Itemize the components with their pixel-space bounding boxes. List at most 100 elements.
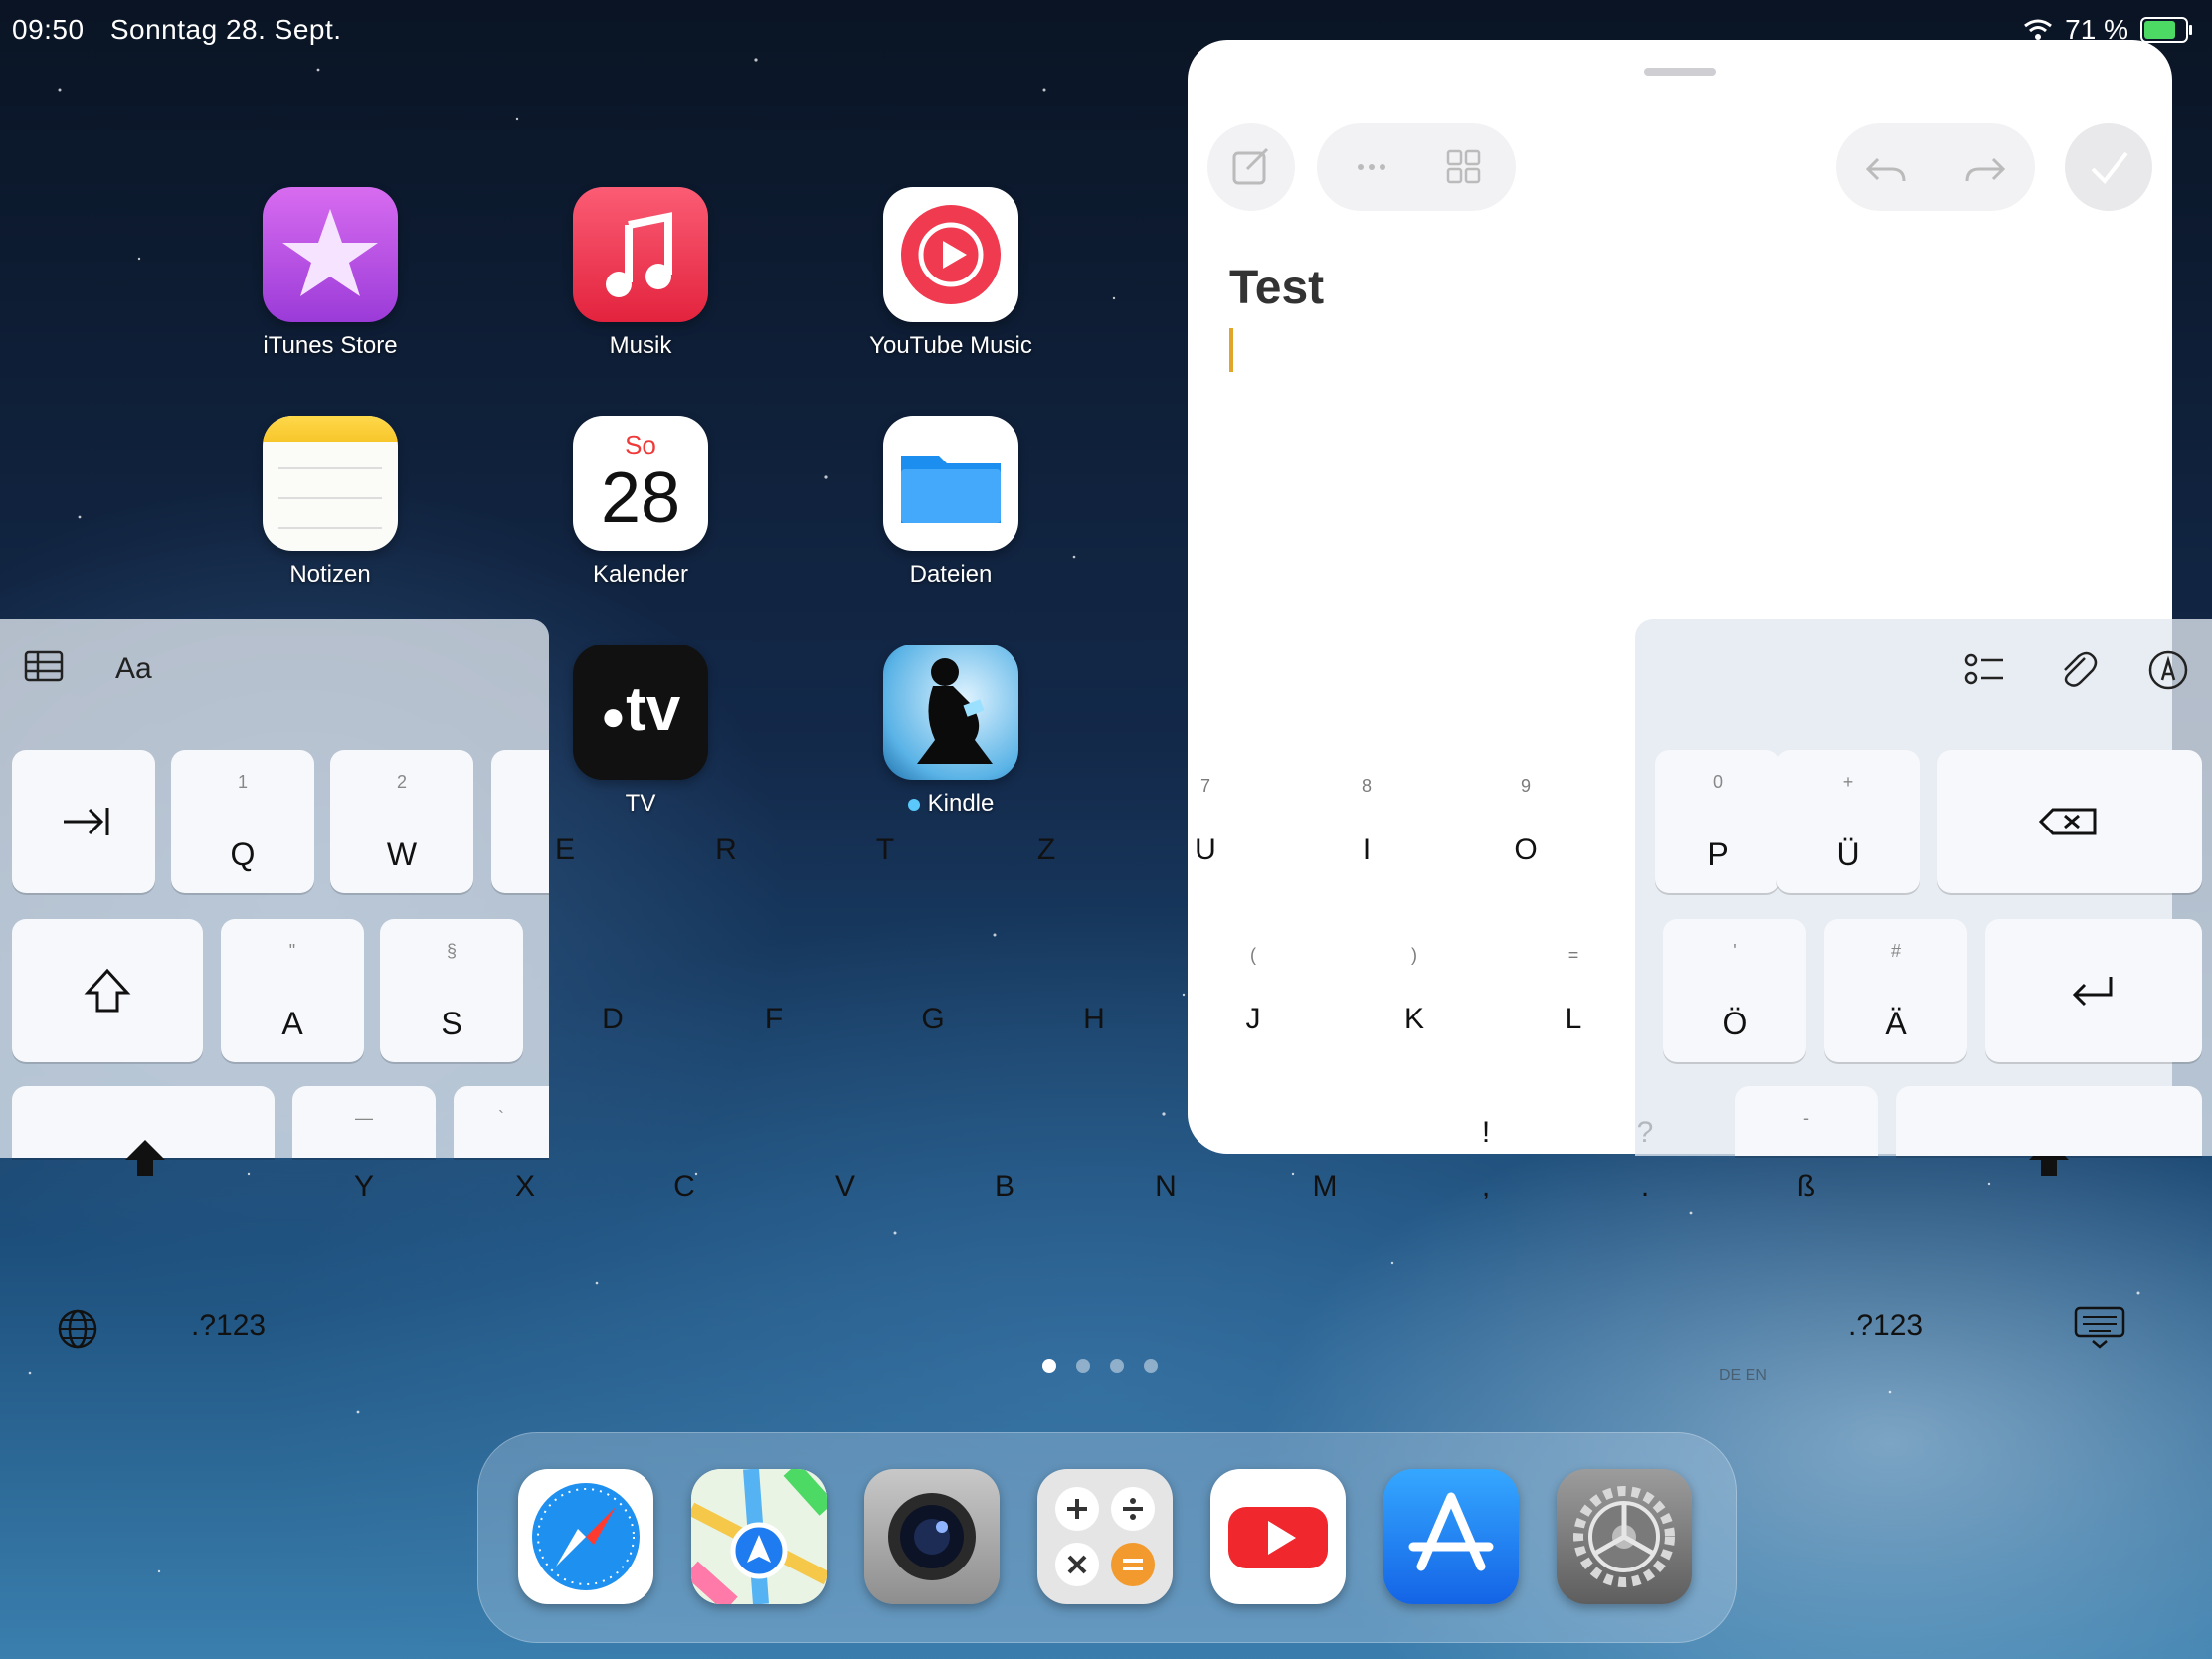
- key-primary: A: [281, 1006, 303, 1041]
- paperclip-icon[interactable]: [2055, 646, 2099, 690]
- key-u[interactable]: U: [1186, 833, 1225, 867]
- new-app-dot: [907, 798, 920, 811]
- tv-tile-text: tv: [626, 675, 681, 744]
- dock-app-app-store[interactable]: [1383, 1469, 1519, 1604]
- key-comma[interactable]: ,: [1466, 1170, 1506, 1203]
- backspace-icon: [2038, 808, 2097, 835]
- page-indicator[interactable]: [1042, 1359, 1158, 1373]
- key-w[interactable]: 2W: [330, 750, 473, 893]
- app-musik[interactable]: Musik: [521, 187, 760, 360]
- shift-arrow-left-icon[interactable]: [123, 1138, 167, 1178]
- table-icon[interactable]: [24, 650, 64, 682]
- key-n[interactable]: N: [1146, 1170, 1186, 1203]
- key-y[interactable]: —: [292, 1086, 436, 1158]
- key-eszett-top[interactable]: -: [1735, 1086, 1878, 1156]
- key-l[interactable]: L: [1554, 1003, 1593, 1036]
- app-label: Dateien: [909, 561, 993, 588]
- key-j-secondary: (: [1250, 945, 1256, 965]
- key-oe[interactable]: ' Ö: [1663, 919, 1806, 1062]
- tab-key[interactable]: [12, 750, 155, 893]
- key-h[interactable]: H: [1074, 1003, 1114, 1036]
- app-notizen[interactable]: Notizen: [211, 416, 450, 589]
- app-itunes-store[interactable]: iTunes Store: [211, 187, 450, 360]
- key-eszett[interactable]: ß: [1786, 1170, 1826, 1203]
- shift-key[interactable]: [12, 919, 203, 1062]
- calendar-icon: So 28: [573, 416, 708, 551]
- done-button[interactable]: [2065, 123, 2152, 211]
- key-c[interactable]: C: [664, 1170, 704, 1203]
- app-store-icon: [1408, 1492, 1494, 1571]
- checklist-icon[interactable]: [1963, 650, 2007, 690]
- key-t[interactable]: T: [865, 833, 905, 867]
- dock-app-safari[interactable]: [518, 1469, 653, 1604]
- dock-app-calculator[interactable]: [1037, 1469, 1173, 1604]
- language-indicator: DE EN: [1719, 1367, 1767, 1383]
- key-ae[interactable]: # Ä: [1824, 919, 1967, 1062]
- window-grabber[interactable]: [1644, 68, 1716, 76]
- format-button[interactable]: Aa: [115, 652, 152, 686]
- return-key[interactable]: [1985, 919, 2202, 1062]
- key-x[interactable]: `: [454, 1086, 549, 1158]
- key-secondary: `: [498, 1108, 504, 1128]
- status-time: 09:50: [12, 14, 85, 45]
- key-f[interactable]: F: [754, 1003, 794, 1036]
- app-label: iTunes Store: [263, 332, 398, 359]
- key-secondary: ': [1733, 941, 1737, 961]
- key-e[interactable]: E: [545, 833, 585, 867]
- key-secondary: 0: [1712, 772, 1723, 792]
- key-o[interactable]: O: [1506, 833, 1546, 867]
- numbers-key-right[interactable]: .?123: [1848, 1309, 1923, 1343]
- key-a[interactable]: " A: [221, 919, 364, 1062]
- redo-icon[interactable]: [1955, 123, 2015, 211]
- key-k[interactable]: K: [1394, 1003, 1434, 1036]
- key-x-label[interactable]: X: [505, 1170, 545, 1203]
- key-z[interactable]: Z: [1026, 833, 1066, 867]
- kindle-label-wrap: Kindle: [831, 790, 1070, 818]
- key-g[interactable]: G: [913, 1003, 953, 1036]
- dock-app-maps[interactable]: [691, 1469, 827, 1604]
- key-secondary: —: [355, 1108, 373, 1128]
- calculator-icon: [1055, 1487, 1155, 1586]
- key-period[interactable]: .: [1625, 1170, 1665, 1203]
- shift-right-key[interactable]: [1896, 1086, 2202, 1156]
- app-tv[interactable]: ●tv TV: [521, 645, 760, 818]
- dock-app-settings[interactable]: [1557, 1469, 1692, 1604]
- key-j[interactable]: J: [1233, 1003, 1273, 1036]
- dock-app-youtube[interactable]: [1210, 1469, 1346, 1604]
- key-d[interactable]: D: [593, 1003, 633, 1036]
- key-y-label[interactable]: Y: [344, 1170, 384, 1203]
- numbers-key-left[interactable]: .?123: [191, 1309, 266, 1343]
- dock-app-camera[interactable]: [864, 1469, 1000, 1604]
- key-q[interactable]: 1Q: [171, 750, 314, 893]
- maps-icon: [691, 1469, 827, 1604]
- more-icon[interactable]: [1337, 123, 1406, 211]
- key-i[interactable]: I: [1347, 833, 1386, 867]
- apple-tv-icon: ●tv: [573, 645, 708, 780]
- undo-icon[interactable]: [1856, 123, 1916, 211]
- keyboard-right-panel: 0P + Ü ' Ö # Ä -: [1635, 619, 2212, 1156]
- app-kindle[interactable]: Kindle: [831, 645, 1070, 818]
- key-m[interactable]: M: [1305, 1170, 1345, 1203]
- delete-key[interactable]: [1937, 750, 2202, 893]
- keyboard-dismiss-icon[interactable]: [2073, 1305, 2126, 1349]
- compose-button[interactable]: [1207, 123, 1295, 211]
- globe-icon[interactable]: [56, 1307, 99, 1351]
- key-primary: Ä: [1885, 1006, 1907, 1041]
- markup-icon[interactable]: [2146, 648, 2190, 692]
- app-kalender[interactable]: So 28 Kalender: [521, 416, 760, 589]
- return-icon: [2072, 977, 2113, 1007]
- key-p[interactable]: 0P: [1655, 750, 1780, 893]
- key-v[interactable]: V: [826, 1170, 865, 1203]
- key-ue[interactable]: + Ü: [1776, 750, 1920, 893]
- key-s[interactable]: § S: [380, 919, 523, 1062]
- app-label: Kalender: [592, 561, 689, 588]
- wifi-icon: [2024, 19, 2053, 40]
- app-youtube-music[interactable]: YouTube Music: [831, 187, 1070, 360]
- gallery-icon[interactable]: [1434, 123, 1494, 211]
- note-title[interactable]: Test: [1229, 261, 1324, 315]
- key-b[interactable]: B: [985, 1170, 1024, 1203]
- key-r[interactable]: R: [706, 833, 746, 867]
- key-e-partial[interactable]: [491, 750, 549, 893]
- app-dateien[interactable]: Dateien: [831, 416, 1070, 589]
- key-secondary: -: [1803, 1108, 1809, 1128]
